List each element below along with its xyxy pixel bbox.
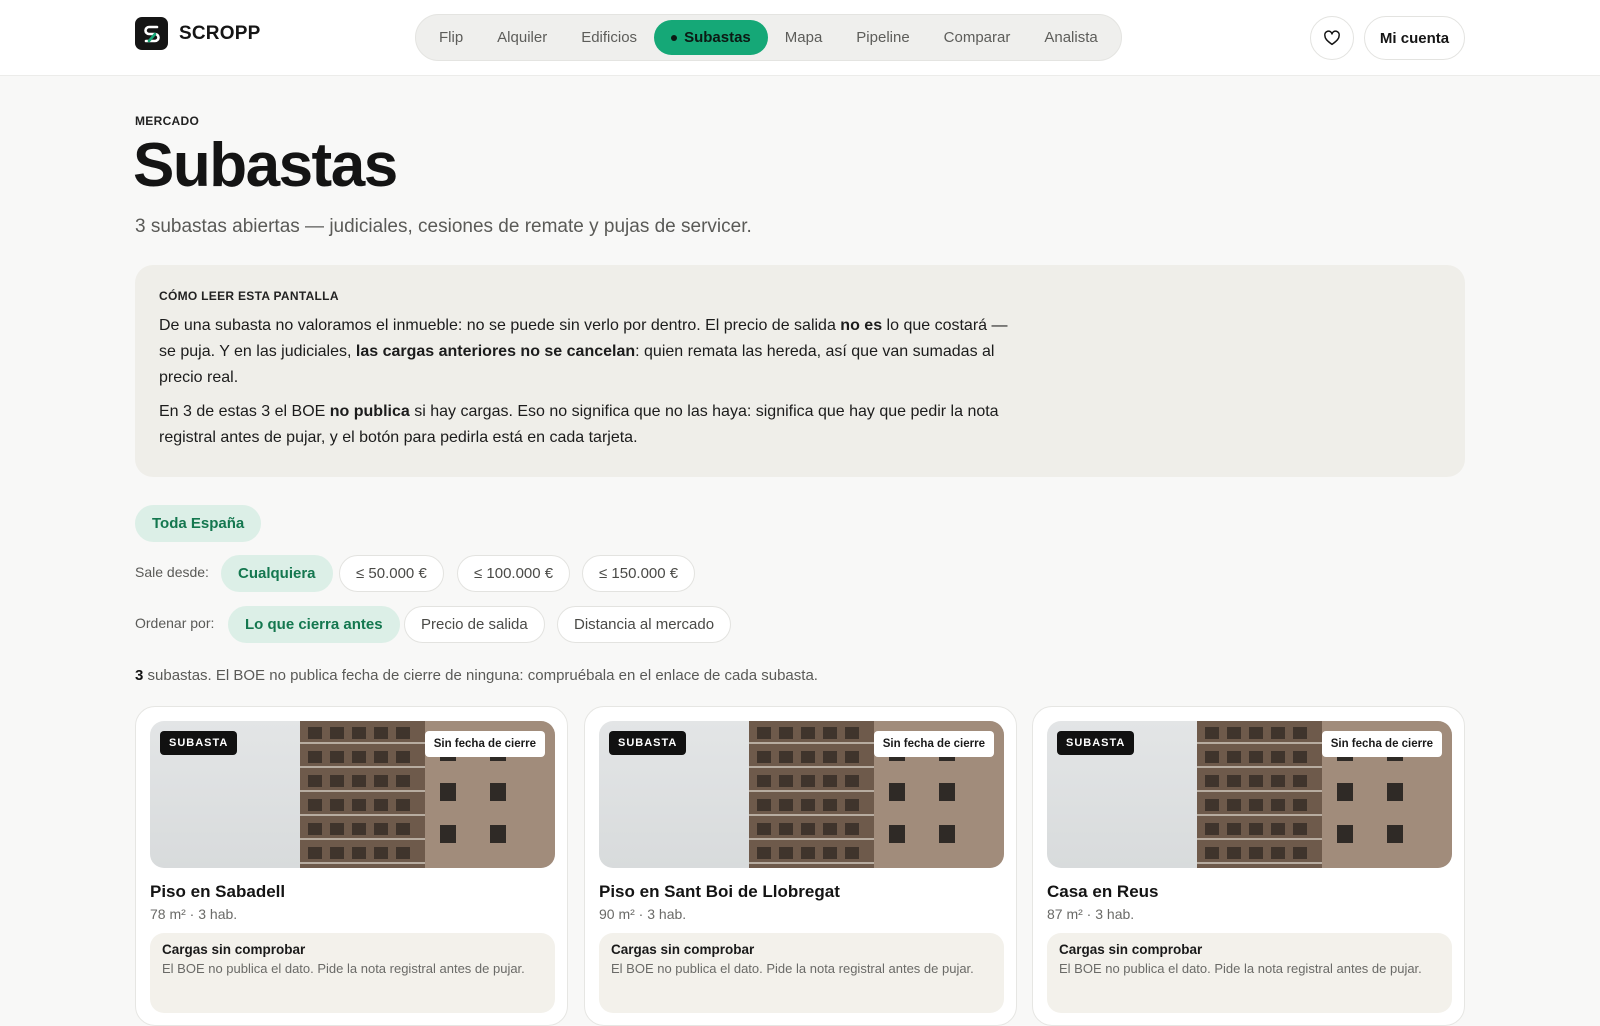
card-meta: 78 m² · 3 hab. xyxy=(150,906,238,922)
nav-item-flip[interactable]: Flip xyxy=(422,20,480,55)
price-chip-150k[interactable]: ≤ 150.000 € xyxy=(582,555,696,592)
nav-item-pipeline[interactable]: Pipeline xyxy=(839,20,926,55)
auction-card[interactable]: SUBASTA Sin fecha de cierre Piso en Sant… xyxy=(584,706,1017,1026)
closing-date-badge: Sin fecha de cierre xyxy=(1321,731,1442,757)
nav-label: Pipeline xyxy=(856,29,910,46)
info-emphasis: no publica xyxy=(329,403,410,420)
active-dot-icon xyxy=(671,34,678,41)
card-meta: 90 m² · 3 hab. xyxy=(599,906,687,922)
sort-chip-closing[interactable]: Lo que cierra antes xyxy=(228,606,400,643)
info-panel: CÓMO LEER ESTA PANTALLA De una subasta n… xyxy=(135,265,1465,477)
nav-label: Comparar xyxy=(943,29,1011,46)
main-nav: Flip Alquiler Edificios Subastas Mapa Pi… xyxy=(415,14,1122,61)
results-summary: 3 subastas. El BOE no publica fecha de c… xyxy=(135,667,818,684)
property-photo: SUBASTA Sin fecha de cierre xyxy=(150,721,555,868)
auction-badge: SUBASTA xyxy=(609,731,687,755)
nav-item-subastas[interactable]: Subastas xyxy=(654,20,768,55)
brand-logo-icon xyxy=(135,17,168,50)
heart-icon xyxy=(1324,30,1340,46)
nav-label: Alquiler xyxy=(497,29,548,46)
card-title: Piso en Sabadell xyxy=(150,882,286,901)
results-text: subastas. El BOE no publica fecha de cie… xyxy=(143,667,818,684)
note-title: Cargas sin comprobar xyxy=(1059,942,1203,957)
info-emphasis: no es xyxy=(840,317,883,334)
nav-label: Mapa xyxy=(784,29,823,46)
info-paragraph-2: En 3 de estas 3 el BOE no publica si hay… xyxy=(159,399,1009,451)
auction-card[interactable]: SUBASTA Sin fecha de cierre Casa en Reus… xyxy=(1032,706,1465,1026)
brand[interactable]: SCROPP xyxy=(135,17,260,50)
favorites-button[interactable] xyxy=(1310,16,1354,60)
nav-item-comparar[interactable]: Comparar xyxy=(927,20,1028,55)
nav-item-alquiler[interactable]: Alquiler xyxy=(480,20,564,55)
note-title: Cargas sin comprobar xyxy=(162,942,306,957)
note-text: El BOE no publica el dato. Pide la nota … xyxy=(1059,961,1422,976)
info-paragraph-1: De una subasta no valoramos el inmueble:… xyxy=(159,313,1009,391)
nav-label: Flip xyxy=(439,29,464,46)
top-bar: SCROPP Flip Alquiler Edificios Subastas … xyxy=(0,0,1600,76)
info-emphasis: las cargas anteriores no se cancelan xyxy=(355,343,636,360)
sort-chip-price[interactable]: Precio de salida xyxy=(404,606,545,643)
account-button[interactable]: Mi cuenta xyxy=(1364,16,1465,60)
info-text: De una subasta no valoramos el inmueble:… xyxy=(159,317,841,334)
nav-label: Edificios xyxy=(581,29,638,46)
page-subtitle: 3 subastas abiertas — judiciales, cesion… xyxy=(135,216,752,237)
closing-date-badge: Sin fecha de cierre xyxy=(424,731,545,757)
auction-card[interactable]: SUBASTA Sin fecha de cierre Piso en Saba… xyxy=(135,706,568,1026)
card-meta: 87 m² · 3 hab. xyxy=(1047,906,1135,922)
nav-label: Subastas xyxy=(684,29,751,46)
page-title: Subastas xyxy=(133,131,398,200)
sort-label: Ordenar por: xyxy=(135,615,215,631)
auction-badge: SUBASTA xyxy=(1057,731,1135,755)
brand-name: SCROPP xyxy=(179,22,261,44)
charges-note: Cargas sin comprobar El BOE no publica e… xyxy=(1047,933,1452,1013)
note-text: El BOE no publica el dato. Pide la nota … xyxy=(611,961,974,976)
card-title: Casa en Reus xyxy=(1047,882,1159,901)
property-photo: SUBASTA Sin fecha de cierre xyxy=(1047,721,1452,868)
price-chip-100k[interactable]: ≤ 100.000 € xyxy=(457,555,571,592)
card-title: Piso en Sant Boi de Llobregat xyxy=(599,882,840,901)
info-eyebrow: CÓMO LEER ESTA PANTALLA xyxy=(159,289,339,303)
price-chip-any[interactable]: Cualquiera xyxy=(221,555,333,592)
nav-item-mapa[interactable]: Mapa xyxy=(768,20,840,55)
closing-date-badge: Sin fecha de cierre xyxy=(873,731,994,757)
auction-badge: SUBASTA xyxy=(160,731,238,755)
property-photo: SUBASTA Sin fecha de cierre xyxy=(599,721,1004,868)
price-filter-label: Sale desde: xyxy=(135,564,209,580)
region-filter-chip[interactable]: Toda España xyxy=(135,505,262,542)
charges-note: Cargas sin comprobar El BOE no publica e… xyxy=(599,933,1004,1013)
nav-item-edificios[interactable]: Edificios xyxy=(564,20,654,55)
price-chip-50k[interactable]: ≤ 50.000 € xyxy=(339,555,444,592)
info-text: En 3 de estas 3 el BOE xyxy=(159,403,330,420)
note-title: Cargas sin comprobar xyxy=(611,942,755,957)
nav-item-analista[interactable]: Analista xyxy=(1027,20,1114,55)
section-eyebrow: MERCADO xyxy=(135,114,200,128)
nav-label: Analista xyxy=(1044,29,1098,46)
charges-note: Cargas sin comprobar El BOE no publica e… xyxy=(150,933,555,1013)
sort-chip-distance[interactable]: Distancia al mercado xyxy=(557,606,732,643)
note-text: El BOE no publica el dato. Pide la nota … xyxy=(162,961,525,976)
